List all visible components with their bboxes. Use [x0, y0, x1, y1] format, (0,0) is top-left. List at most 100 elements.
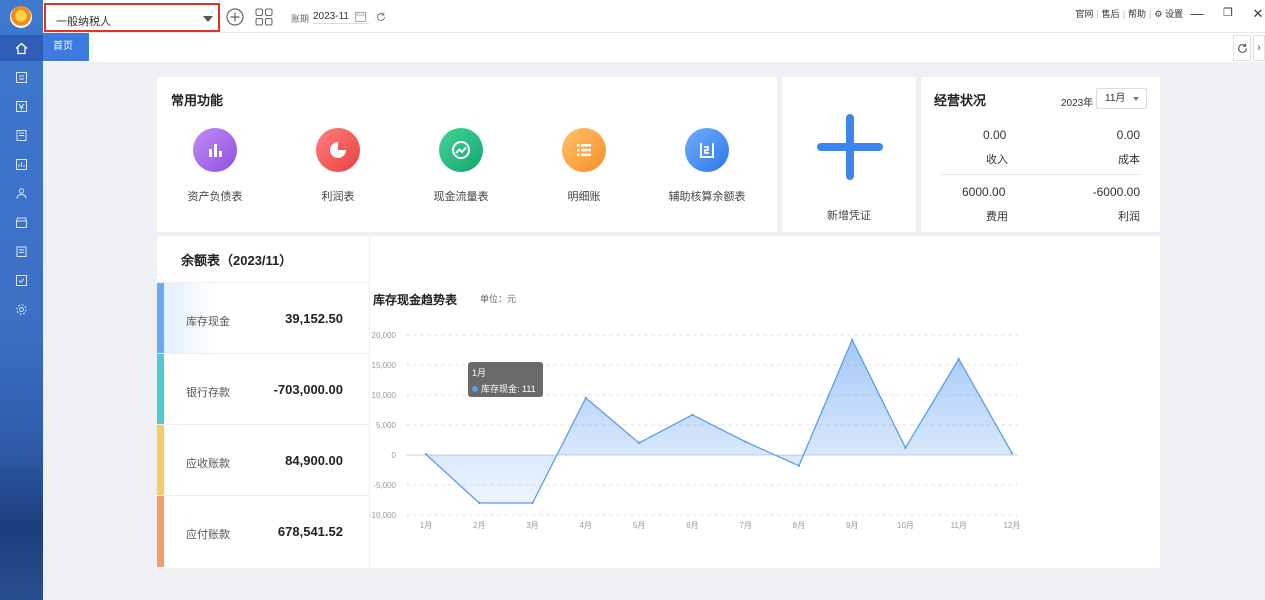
x-tick-label: 3月 [526, 521, 538, 530]
y-tick-label: 20,000 [372, 331, 397, 340]
nav-reports[interactable] [15, 158, 28, 171]
expense-value: 6000.00 [962, 185, 1006, 199]
profit-label: 利润 [1118, 211, 1140, 223]
x-tick-label: 12月 [1004, 521, 1021, 530]
top-toolbar: 一般纳税人 账期 2023-11 官网 | 售后 | 帮助 | ⚙ 设置 — ❐ ✕ [43, 0, 1265, 33]
y-tick-label: 0 [392, 451, 397, 460]
cost-label: 成本 [1118, 154, 1140, 166]
row-color-bar [157, 354, 164, 424]
data-point [744, 440, 747, 443]
period-label: 账期 [291, 14, 310, 24]
tooltip-text: 库存现金: 111 [481, 384, 536, 394]
y-tick-label: -10,000 [370, 511, 397, 520]
close-button[interactable]: ✕ [1251, 6, 1265, 22]
refresh-period-icon[interactable] [376, 12, 386, 22]
x-tick-label: 2月 [473, 521, 485, 530]
chart-tooltip: 1月 库存现金: 111 [468, 362, 543, 397]
nav-settings[interactable] [15, 303, 28, 316]
row-color-bar [157, 496, 164, 567]
nav-documents[interactable] [15, 245, 28, 258]
x-tick-label: 10月 [897, 521, 914, 530]
data-point [478, 501, 481, 505]
tab-refresh-button[interactable] [1233, 35, 1251, 61]
balance-row-value: 678,541.52 [277, 524, 343, 539]
nav-finance[interactable] [15, 100, 28, 113]
nav-inventory[interactable] [15, 216, 28, 229]
company-name: 一般纳税人 [56, 16, 111, 28]
x-tick-label: 4月 [580, 521, 592, 530]
data-point [424, 453, 428, 456]
business-month-value: 11月 [1105, 93, 1126, 104]
func-cash-flow[interactable]: 现金流量表 [406, 128, 516, 204]
new-voucher-label: 新增凭证 [827, 210, 871, 222]
x-tick-label: 9月 [846, 521, 858, 530]
y-tick-label: -5,000 [373, 481, 396, 490]
nav-voucher[interactable] [15, 71, 28, 84]
expense-label: 费用 [986, 211, 1008, 223]
func-auxiliary-balance[interactable]: 辅助核算余额表 [652, 128, 762, 204]
new-voucher-panel[interactable]: 新增凭证 [782, 77, 916, 232]
link-after-sales[interactable]: 售后 [1102, 9, 1120, 19]
tax-icon [16, 275, 27, 286]
y-tick-label: 5,000 [376, 421, 397, 430]
grid-icon[interactable] [255, 8, 273, 26]
data-point [850, 338, 854, 341]
func-detail-ledger[interactable]: 明细账 [529, 128, 639, 204]
nav-ledger[interactable] [15, 129, 28, 142]
balance-row-receivable[interactable]: 应收账款 84,900.00 [157, 425, 369, 496]
data-point [637, 441, 641, 445]
y-tick-label: 10,000 [372, 391, 397, 400]
home-icon [15, 42, 28, 55]
business-year: 2023年 [1061, 98, 1094, 109]
common-functions-panel: 常用功能 资产负债表 利润表 现金流量表 明细账 辅助核算余额表 [157, 77, 777, 232]
nav-tax[interactable] [15, 274, 28, 287]
y-tick-label: 15,000 [372, 361, 397, 370]
restore-button[interactable]: ❐ [1221, 6, 1235, 19]
business-month-select[interactable]: 11月 [1096, 88, 1147, 109]
func-label: 资产负债表 [187, 191, 243, 203]
trend-icon [439, 128, 483, 172]
link-settings[interactable]: 设置 [1165, 9, 1183, 19]
balance-header: 余额表（2023/11） [157, 236, 369, 283]
cash-trend-panel: 库存现金趋势表 单位：元 -10,000 -5,000 0 5,000 10,000 15… [370, 236, 1160, 568]
balance-row-value: -703,000.00 [273, 382, 343, 397]
list-icon [562, 128, 606, 172]
balance-row-cash[interactable]: 库存现金 39,152.50 [157, 283, 369, 354]
minimize-button[interactable]: — [1190, 6, 1204, 21]
func-label: 明细账 [567, 191, 601, 203]
tooltip-series-dot [472, 386, 478, 392]
yen-icon [16, 101, 27, 112]
gear-icon [16, 304, 27, 315]
balance-title: 余额表（2023/11） [181, 253, 293, 268]
top-links: 官网 | 售后 | 帮助 | ⚙ 设置 [1075, 9, 1183, 19]
calendar-icon[interactable] [355, 11, 366, 22]
voucher-icon [16, 72, 27, 83]
func-balance-sheet[interactable]: 资产负债表 [160, 128, 270, 204]
balance-row-label: 应付账款 [186, 529, 230, 541]
tab-home[interactable]: 首页 [43, 33, 89, 61]
x-tick-label: 6月 [686, 521, 698, 530]
link-official-site[interactable]: 官网 [1075, 9, 1093, 19]
company-selector[interactable]: 一般纳税人 [44, 3, 220, 32]
link-help[interactable]: 帮助 [1128, 9, 1146, 19]
tab-scroll-right-button[interactable]: › [1253, 35, 1265, 61]
person-icon [16, 188, 27, 199]
func-label: 利润表 [321, 191, 355, 203]
data-point [797, 464, 801, 467]
data-point [531, 501, 534, 505]
nav-home[interactable] [0, 35, 43, 61]
x-tick-label: 11月 [951, 521, 967, 530]
add-voucher-icon [817, 114, 883, 180]
chevron-down-icon [1133, 97, 1139, 101]
nav-assets[interactable] [15, 187, 28, 200]
balance-row-payable[interactable]: 应付账款 678,541.52 [157, 496, 369, 567]
balance-row-bank[interactable]: 银行存款 -703,000.00 [157, 354, 369, 425]
cost-value: 0.00 [1116, 128, 1140, 142]
left-nav-rail [0, 0, 43, 600]
add-circle-icon[interactable] [226, 8, 244, 26]
balance-row-label: 应收账款 [186, 458, 230, 470]
business-status-panel: 经营状况 2023年 11月 0.00 收入 0.00 成本 6000.00 费… [921, 77, 1160, 232]
func-label: 现金流量表 [433, 191, 489, 203]
func-income-statement[interactable]: 利润表 [283, 128, 393, 204]
cash-trend-chart[interactable]: -10,000 -5,000 0 5,000 10,000 15,000 20,000 1月 2… [370, 236, 1160, 568]
